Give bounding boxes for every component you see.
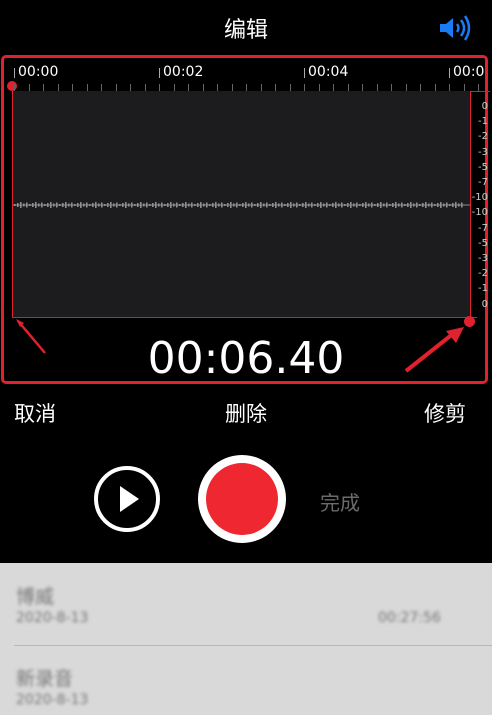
tick-minor (58, 84, 59, 91)
tick-mark (449, 68, 450, 78)
recording-date: 2020-8-13 (16, 692, 89, 708)
timeline-tick-label: 00:0 (453, 64, 485, 80)
db-label: -3 (478, 253, 488, 264)
recording-title[interactable]: 博威 (16, 582, 54, 609)
timeline-tick-label: 00:02 (163, 64, 204, 80)
tick-minor (275, 84, 276, 91)
tick-minor (290, 84, 291, 91)
recording-title[interactable]: 新录音 (16, 664, 73, 691)
playhead[interactable] (12, 87, 13, 317)
db-label: 0 (481, 298, 488, 310)
tick-minor (174, 84, 175, 91)
recording-date: 2020-8-13 (16, 610, 89, 626)
tick-minor (87, 84, 88, 91)
tick-minor (72, 84, 73, 91)
db-label: -2 (478, 268, 488, 280)
tick-minor (391, 84, 392, 91)
tick-mark (14, 68, 15, 78)
playhead-handle[interactable] (7, 81, 17, 91)
play-button[interactable] (94, 466, 160, 532)
trim-end-line[interactable] (470, 91, 471, 317)
tick-minor (377, 84, 378, 91)
tick-minor (188, 84, 189, 91)
timeline-tick-label: 00:00 (18, 64, 59, 80)
speaker-icon[interactable] (438, 14, 474, 42)
tick-minor (319, 84, 320, 91)
trim-button[interactable]: 修剪 (424, 398, 466, 428)
tick-minor (101, 84, 102, 91)
tick-minor (362, 84, 363, 91)
tick-minor (464, 84, 465, 91)
db-label: -1 (478, 116, 488, 128)
tick-minor (217, 84, 218, 91)
tick-minor (14, 84, 15, 91)
db-label: 0 (481, 101, 488, 112)
tick-minor (348, 84, 349, 91)
tick-minor (29, 84, 30, 91)
page-title: 编辑 (223, 18, 268, 43)
tick-minor (420, 84, 421, 91)
tick-minor (333, 84, 334, 91)
db-label: -5 (478, 161, 488, 173)
tick-minor (406, 84, 407, 91)
db-label: -10 (471, 207, 488, 219)
list-divider (14, 645, 492, 646)
time-display: 00:06.40 (147, 333, 345, 384)
delete-button-row: 删除 (0, 398, 492, 428)
tick-minor (145, 84, 146, 91)
waveform (14, 202, 463, 208)
tick-minor (478, 84, 479, 91)
tick-minor (43, 84, 44, 91)
tick-minor (130, 84, 131, 91)
db-scale: 0 -1 -2 -3 -5 -7 -10 -10 -7 -5 -3 -2 -1 0 (470, 91, 492, 317)
play-icon (120, 486, 139, 512)
tick-minor (449, 84, 450, 91)
db-label: -5 (478, 237, 488, 249)
tick-minor (116, 84, 117, 91)
timeline-tick-label: 00:04 (308, 64, 349, 80)
tick-minor (246, 84, 247, 91)
db-label: -7 (478, 177, 488, 188)
tick-mark (159, 68, 160, 78)
tick-minor (203, 84, 204, 91)
tick-minor (232, 84, 233, 91)
tick-minor (304, 84, 305, 91)
tick-mark (304, 68, 305, 78)
waveform-baseline (12, 317, 477, 318)
tick-minor (261, 84, 262, 91)
done-button[interactable]: 完成 (320, 487, 360, 516)
db-label: -1 (478, 283, 488, 295)
db-label: -10 (471, 192, 488, 204)
recording-duration: 00:27:56 (378, 610, 441, 626)
db-label: -2 (478, 131, 488, 143)
cancel-button[interactable]: 取消 (14, 398, 56, 428)
record-icon (206, 463, 278, 535)
tick-minor (435, 84, 436, 91)
db-label: -3 (478, 146, 488, 158)
delete-button[interactable]: 删除 (225, 402, 267, 426)
db-label: -7 (478, 222, 488, 234)
tick-minor (159, 84, 160, 91)
